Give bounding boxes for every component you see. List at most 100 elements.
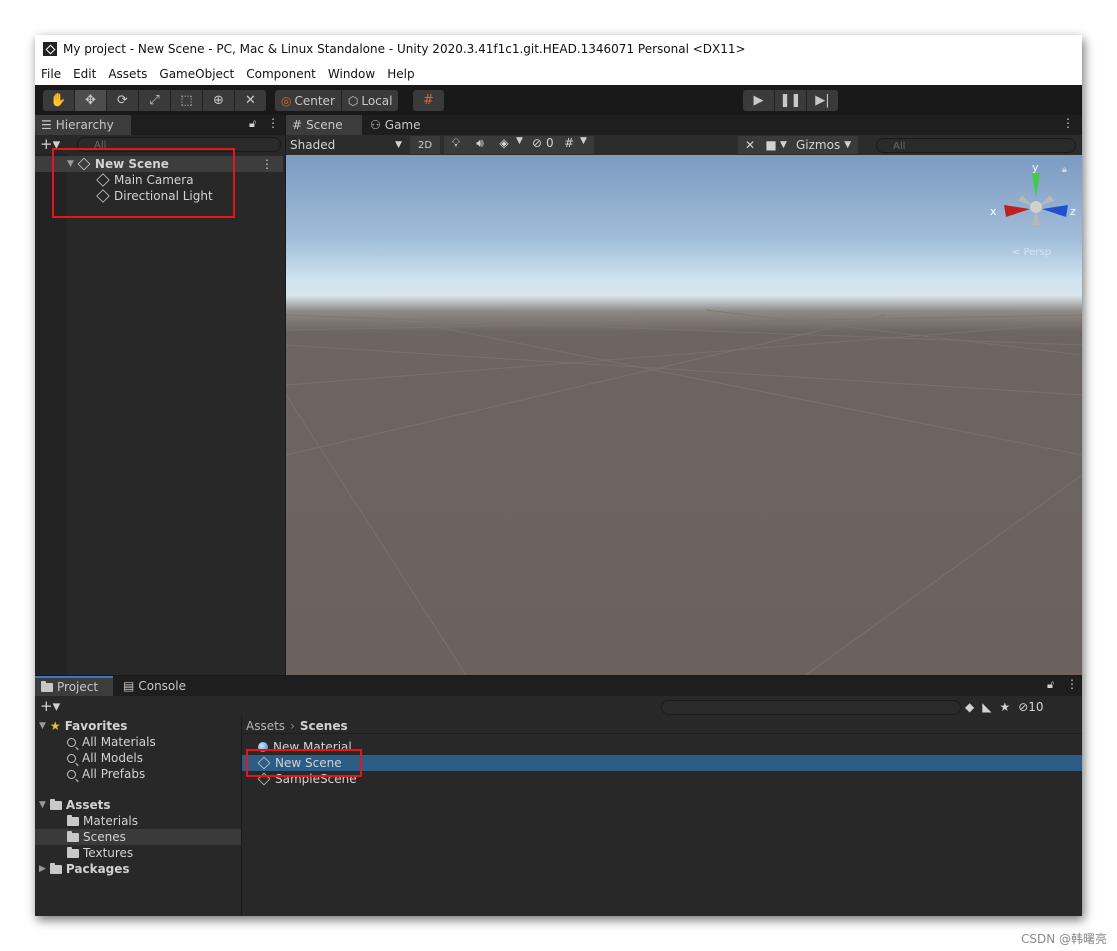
scene-viewport[interactable]: y x z 🔒︎ < Persp: [286, 155, 1082, 675]
folder-open-icon: [49, 798, 62, 810]
pivot-rotation-button[interactable]: ⬡ Local: [342, 90, 399, 111]
asset-new-scene[interactable]: New Scene: [242, 755, 1082, 771]
hierarchy-gutter: [35, 154, 67, 675]
grid-snap-button[interactable]: #: [413, 90, 444, 111]
grid-icon: #: [292, 118, 303, 132]
menu-gameobject[interactable]: GameObject: [153, 67, 240, 81]
menu-window[interactable]: Window: [322, 67, 381, 81]
axis-x-label: x: [990, 205, 997, 218]
tab-console[interactable]: ▤ Console: [123, 676, 186, 696]
create-add-button[interactable]: +▾: [40, 697, 60, 715]
step-button[interactable]: ▶|: [807, 90, 838, 111]
favorite-all-prefabs[interactable]: All Prefabs: [35, 766, 145, 782]
grid-snap-icon: #: [423, 93, 434, 108]
rotate-tool-button[interactable]: ⟳: [107, 90, 139, 111]
console-icon: ▤: [123, 679, 135, 693]
hierarchy-panel: ☰ Hierarchy 🔓︎ ⋮ +▾ All ▼ New Scene ⋮ Ma…: [35, 115, 285, 675]
tab-project[interactable]: Project: [35, 676, 113, 696]
folder-icon: [67, 814, 79, 826]
filter-label-icon[interactable]: ◣: [982, 700, 991, 714]
favorite-all-materials[interactable]: All Materials: [35, 734, 156, 750]
axis-y-label: y: [1032, 161, 1039, 174]
hand-icon: ✋: [50, 93, 67, 108]
play-button[interactable]: ▶: [743, 90, 775, 111]
lock-icon[interactable]: 🔓︎: [249, 117, 256, 131]
menu-edit[interactable]: Edit: [67, 67, 102, 81]
menu-help[interactable]: Help: [381, 67, 420, 81]
scene-menu-icon[interactable]: ⋮: [261, 157, 273, 171]
expand-arrow-icon[interactable]: ▼: [39, 800, 46, 810]
pivot-mode-button[interactable]: ◎ Center: [275, 90, 342, 111]
project-filter-buttons: ◆ ◣ ★ ⊘10: [965, 698, 1044, 716]
project-folder-tree: ▼ ★ Favorites All Materials All Models A…: [35, 717, 242, 916]
hidden-count: 0: [546, 136, 554, 150]
hidden-objects-icon[interactable]: ⊘: [528, 136, 546, 154]
chevron-down-icon[interactable]: ▼: [844, 140, 858, 150]
rect-tool-button[interactable]: ⬚: [171, 90, 203, 111]
folder-scenes[interactable]: Scenes: [35, 829, 241, 845]
panel-menu-icon[interactable]: ⋮: [1066, 677, 1078, 691]
expand-arrow-icon[interactable]: ▼: [39, 721, 46, 731]
transform-tool-button[interactable]: ⊕: [203, 90, 235, 111]
hidden-packages-count: 10: [1028, 700, 1044, 714]
hand-tool-button[interactable]: ✋: [43, 90, 75, 111]
toggle-2d-button[interactable]: 2D: [410, 136, 440, 154]
breadcrumb-current[interactable]: Scenes: [300, 719, 348, 733]
folder-textures[interactable]: Textures: [35, 845, 133, 861]
favorite-star-icon[interactable]: ★: [999, 700, 1010, 714]
favorites-label: Favorites: [64, 719, 128, 733]
filter-type-icon[interactable]: ◆: [965, 700, 974, 714]
tab-hierarchy[interactable]: ☰ Hierarchy: [35, 115, 131, 135]
camera-icon[interactable]: ■: [762, 138, 780, 152]
shading-mode-dropdown[interactable]: Shaded ▼: [286, 135, 408, 155]
breadcrumb: Assets › Scenes: [242, 718, 1082, 734]
transform-icon: ⊕: [213, 93, 224, 108]
scene-search-input[interactable]: All: [876, 138, 1076, 153]
project-search-input[interactable]: [661, 700, 961, 715]
chevron-down-icon[interactable]: ▼: [516, 136, 528, 154]
hidden-packages-icon[interactable]: ⊘10: [1018, 700, 1043, 714]
assets-folder-header[interactable]: ▼ Assets: [35, 797, 111, 813]
tab-game[interactable]: ⚇ Game: [370, 115, 421, 135]
scale-tool-button[interactable]: ⤢: [139, 90, 171, 111]
highlight-box-hierarchy: [52, 148, 235, 218]
step-icon: ▶|: [815, 93, 830, 108]
move-icon: ✥: [85, 93, 96, 108]
favorite-all-models[interactable]: All Models: [35, 750, 143, 766]
effects-icon[interactable]: ◈: [492, 136, 516, 154]
perspective-label[interactable]: < Persp: [1012, 247, 1051, 258]
folder-icon: [67, 846, 79, 858]
menu-file[interactable]: File: [35, 67, 67, 81]
tools-icon[interactable]: ✕: [738, 138, 762, 152]
scale-icon: ⤢: [149, 93, 160, 108]
audio-icon[interactable]: 🔊︎: [468, 136, 492, 154]
collapse-arrow-icon[interactable]: ▶: [39, 864, 46, 874]
pause-button[interactable]: ❚❚: [775, 90, 807, 111]
folder-materials[interactable]: Materials: [35, 813, 138, 829]
tab-scene[interactable]: # Scene: [286, 115, 362, 135]
custom-tool-icon: ✕: [245, 93, 256, 108]
menu-assets[interactable]: Assets: [102, 67, 153, 81]
perspective-label-text: Persp: [1023, 247, 1052, 258]
lock-icon[interactable]: 🔒︎: [1062, 165, 1067, 175]
lighting-icon[interactable]: 💡︎: [444, 136, 468, 154]
chevron-down-icon[interactable]: ▼: [580, 136, 594, 154]
hierarchy-tab-label: Hierarchy: [55, 118, 114, 132]
breadcrumb-root[interactable]: Assets: [246, 719, 285, 733]
move-tool-button[interactable]: ✥: [75, 90, 107, 111]
axis-gizmo[interactable]: y x z 🔒︎ < Persp: [990, 161, 1076, 258]
lock-icon[interactable]: 🔓︎: [1047, 678, 1054, 692]
search-icon: [67, 737, 76, 747]
folder-label: Textures: [83, 846, 134, 860]
folder-label: Materials: [83, 814, 139, 828]
custom-tool-button[interactable]: ✕: [235, 90, 266, 111]
favorites-header[interactable]: ▼ ★ Favorites: [35, 718, 127, 734]
menu-component[interactable]: Component: [240, 67, 322, 81]
chevron-down-icon[interactable]: ▼: [780, 140, 792, 150]
packages-folder-header[interactable]: ▶ Packages: [35, 861, 130, 877]
gizmos-button[interactable]: Gizmos: [792, 138, 844, 152]
pivot-group: ◎ Center ⬡ Local: [275, 90, 399, 111]
grid-toggle-icon[interactable]: #: [558, 136, 580, 154]
panel-menu-icon[interactable]: ⋮: [1062, 116, 1074, 130]
panel-menu-icon[interactable]: ⋮: [267, 116, 279, 130]
